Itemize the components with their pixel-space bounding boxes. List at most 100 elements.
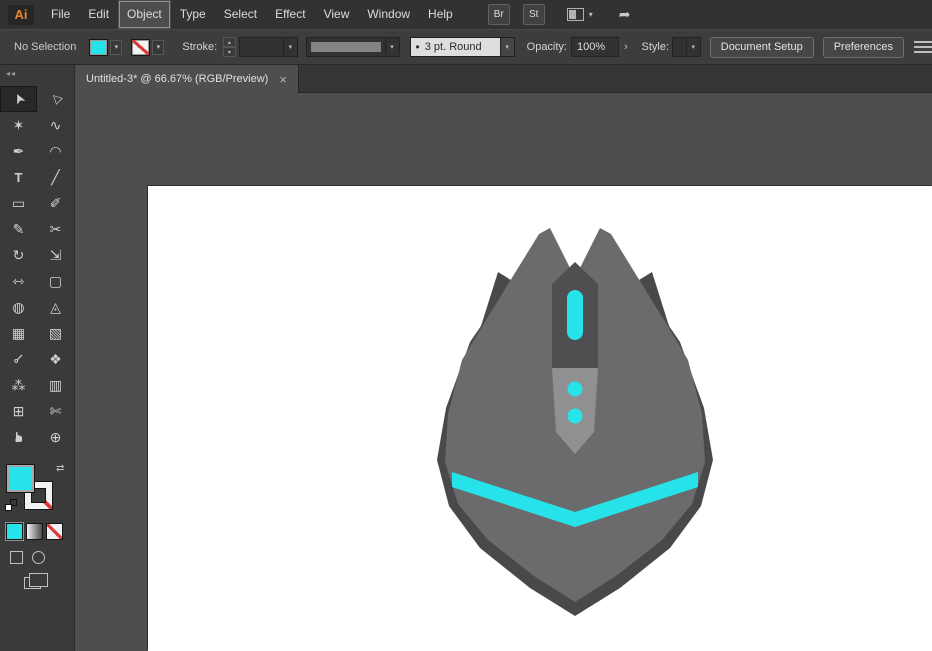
draw-behind-button[interactable] [32, 551, 45, 564]
style-caret-icon[interactable]: ▾ [685, 38, 700, 56]
mouse-dpi-dot-bottom[interactable] [567, 408, 583, 424]
workspace-switcher-icon[interactable] [566, 8, 584, 21]
share-icon[interactable]: ➦ [619, 6, 631, 23]
direct-selection-tool[interactable]: ▷ [37, 86, 74, 112]
shape-builder-tool[interactable]: ◍ [0, 294, 37, 320]
document-tab-bar: Untitled-3* @ 66.67% (RGB/Preview) × [75, 65, 932, 93]
perspective-grid-tool[interactable]: ◬ [37, 294, 74, 320]
slice-tool[interactable]: ✄ [37, 398, 74, 424]
hand-tool[interactable]: ☛ [0, 424, 37, 450]
preferences-button[interactable]: Preferences [822, 36, 904, 58]
brush-definition-combo[interactable]: • 3 pt. Round ▾ [409, 37, 515, 57]
mouse-dpi-dot-top[interactable] [567, 381, 583, 397]
mesh-tool[interactable]: ▦ [0, 320, 37, 346]
free-transform-tool[interactable]: ▢ [37, 268, 74, 294]
styles-panel-button[interactable]: St [522, 4, 545, 25]
artboard[interactable] [148, 186, 932, 651]
rotate-tool[interactable]: ↻ [0, 242, 37, 268]
menu-item-effect[interactable]: Effect [266, 0, 314, 29]
apply-none-button[interactable] [46, 523, 63, 540]
column-graph-tool[interactable]: ▥ [37, 372, 74, 398]
width-profile-preview [310, 42, 381, 52]
panel-collapse-icon[interactable]: ◂◂ [6, 69, 16, 78]
stroke-caret-icon[interactable]: ▾ [152, 39, 165, 55]
eyedropper-tool[interactable]: ⊸ [0, 346, 37, 372]
eyedropper-tool-icon: ⊸ [8, 349, 29, 369]
screen-mode-button[interactable] [24, 573, 48, 589]
magic-wand-tool[interactable]: ✶ [0, 112, 37, 138]
menu-item-object[interactable]: Object [118, 0, 171, 29]
menu-item-window[interactable]: Window [358, 0, 419, 29]
curvature-tool-icon: ◠ [49, 143, 62, 159]
stepper-up-icon[interactable]: ▴ [223, 37, 236, 47]
paintbrush-tool-icon: ✐ [49, 195, 62, 211]
paintbrush-tool[interactable]: ✐ [37, 190, 74, 216]
stroke-weight-stepper[interactable]: ▴ ▾ [223, 37, 236, 57]
symbol-sprayer-tool[interactable]: ⁂ [0, 372, 37, 398]
line-segment-tool[interactable]: ╱ [37, 164, 74, 190]
fill-color-swatch[interactable] [90, 39, 108, 55]
width-profile-combo[interactable]: ▾ [305, 37, 400, 57]
brushes-panel-button[interactable]: Br [487, 4, 510, 25]
document-tab-title: Untitled-3* @ 66.67% (RGB/Preview) [86, 73, 269, 85]
scissors-tool-icon: ✂ [49, 221, 62, 237]
pencil-tool[interactable]: ✎ [0, 216, 37, 242]
curvature-tool[interactable]: ◠ [37, 138, 74, 164]
default-fill-stroke-icon[interactable] [5, 499, 19, 513]
menu-item-view[interactable]: View [315, 0, 359, 29]
stroke-color-swatch[interactable] [132, 39, 150, 55]
canvas-area[interactable] [75, 93, 932, 651]
magic-wand-tool-icon: ✶ [12, 117, 25, 133]
column-graph-tool-icon: ▥ [48, 377, 63, 393]
blend-tool[interactable]: ❖ [37, 346, 74, 372]
scissors-tool[interactable]: ✂ [37, 216, 74, 242]
mouse-scroll-wheel[interactable] [567, 290, 583, 340]
width-tool[interactable]: ⇿ [0, 268, 37, 294]
stroke-label[interactable]: Stroke: [182, 41, 217, 53]
zoom-tool-icon: ⊕ [49, 429, 62, 445]
stroke-weight-caret-icon[interactable]: ▾ [282, 38, 297, 56]
blend-tool-icon: ❖ [49, 351, 62, 367]
width-profile-caret-icon[interactable]: ▾ [384, 38, 399, 56]
gradient-tool[interactable]: ▧ [37, 320, 74, 346]
menu-item-select[interactable]: Select [215, 0, 266, 29]
selection-tool[interactable]: ➤ [0, 86, 37, 112]
apply-gradient-button[interactable] [26, 523, 43, 540]
menu-item-help[interactable]: Help [419, 0, 462, 29]
rectangle-tool-icon: ▭ [11, 195, 26, 211]
stroke-weight-combo[interactable]: ▾ [238, 37, 298, 57]
artboard-tool[interactable]: ⊞ [0, 398, 37, 424]
pencil-tool-icon: ✎ [12, 221, 25, 237]
style-label: Style: [641, 41, 670, 53]
fill-indicator[interactable] [6, 464, 35, 493]
tab-close-icon[interactable]: × [279, 73, 287, 86]
fill-caret-icon[interactable]: ▾ [110, 39, 123, 55]
menu-item-type[interactable]: Type [171, 0, 215, 29]
workspace-caret-icon[interactable]: ▾ [589, 10, 593, 19]
type-tool-icon: T [14, 169, 23, 185]
opacity-label[interactable]: Opacity: [527, 41, 567, 53]
brush-caret-icon[interactable]: ▾ [499, 38, 514, 56]
symbol-sprayer-tool-icon: ⁂ [11, 377, 26, 393]
scale-tool[interactable]: ⇲ [37, 242, 74, 268]
document-tab[interactable]: Untitled-3* @ 66.67% (RGB/Preview) × [75, 65, 299, 93]
fill-swatch-group: ▾ [90, 39, 123, 55]
app-logo[interactable]: Ai [8, 4, 34, 25]
draw-normal-button[interactable] [10, 551, 23, 564]
opacity-combo[interactable]: 100% [571, 37, 620, 57]
rectangle-tool[interactable]: ▭ [0, 190, 37, 216]
menu-item-file[interactable]: File [42, 0, 79, 29]
type-tool[interactable]: T [0, 164, 37, 190]
menu-item-edit[interactable]: Edit [79, 0, 118, 29]
stepper-down-icon[interactable]: ▾ [223, 47, 236, 57]
control-overflow-icon[interactable] [914, 41, 932, 53]
opacity-chevron-icon[interactable]: › [620, 37, 631, 57]
pen-tool[interactable]: ✒ [0, 138, 37, 164]
lasso-tool[interactable]: ∿ [37, 112, 74, 138]
apply-color-button[interactable] [6, 523, 23, 540]
style-combo[interactable]: ▾ [672, 37, 701, 57]
document-setup-button[interactable]: Document Setup [709, 36, 814, 58]
gaming-mouse-artwork[interactable] [148, 186, 932, 651]
swap-fill-stroke-icon[interactable]: ⇄ [56, 463, 64, 474]
zoom-tool[interactable]: ⊕ [37, 424, 74, 450]
